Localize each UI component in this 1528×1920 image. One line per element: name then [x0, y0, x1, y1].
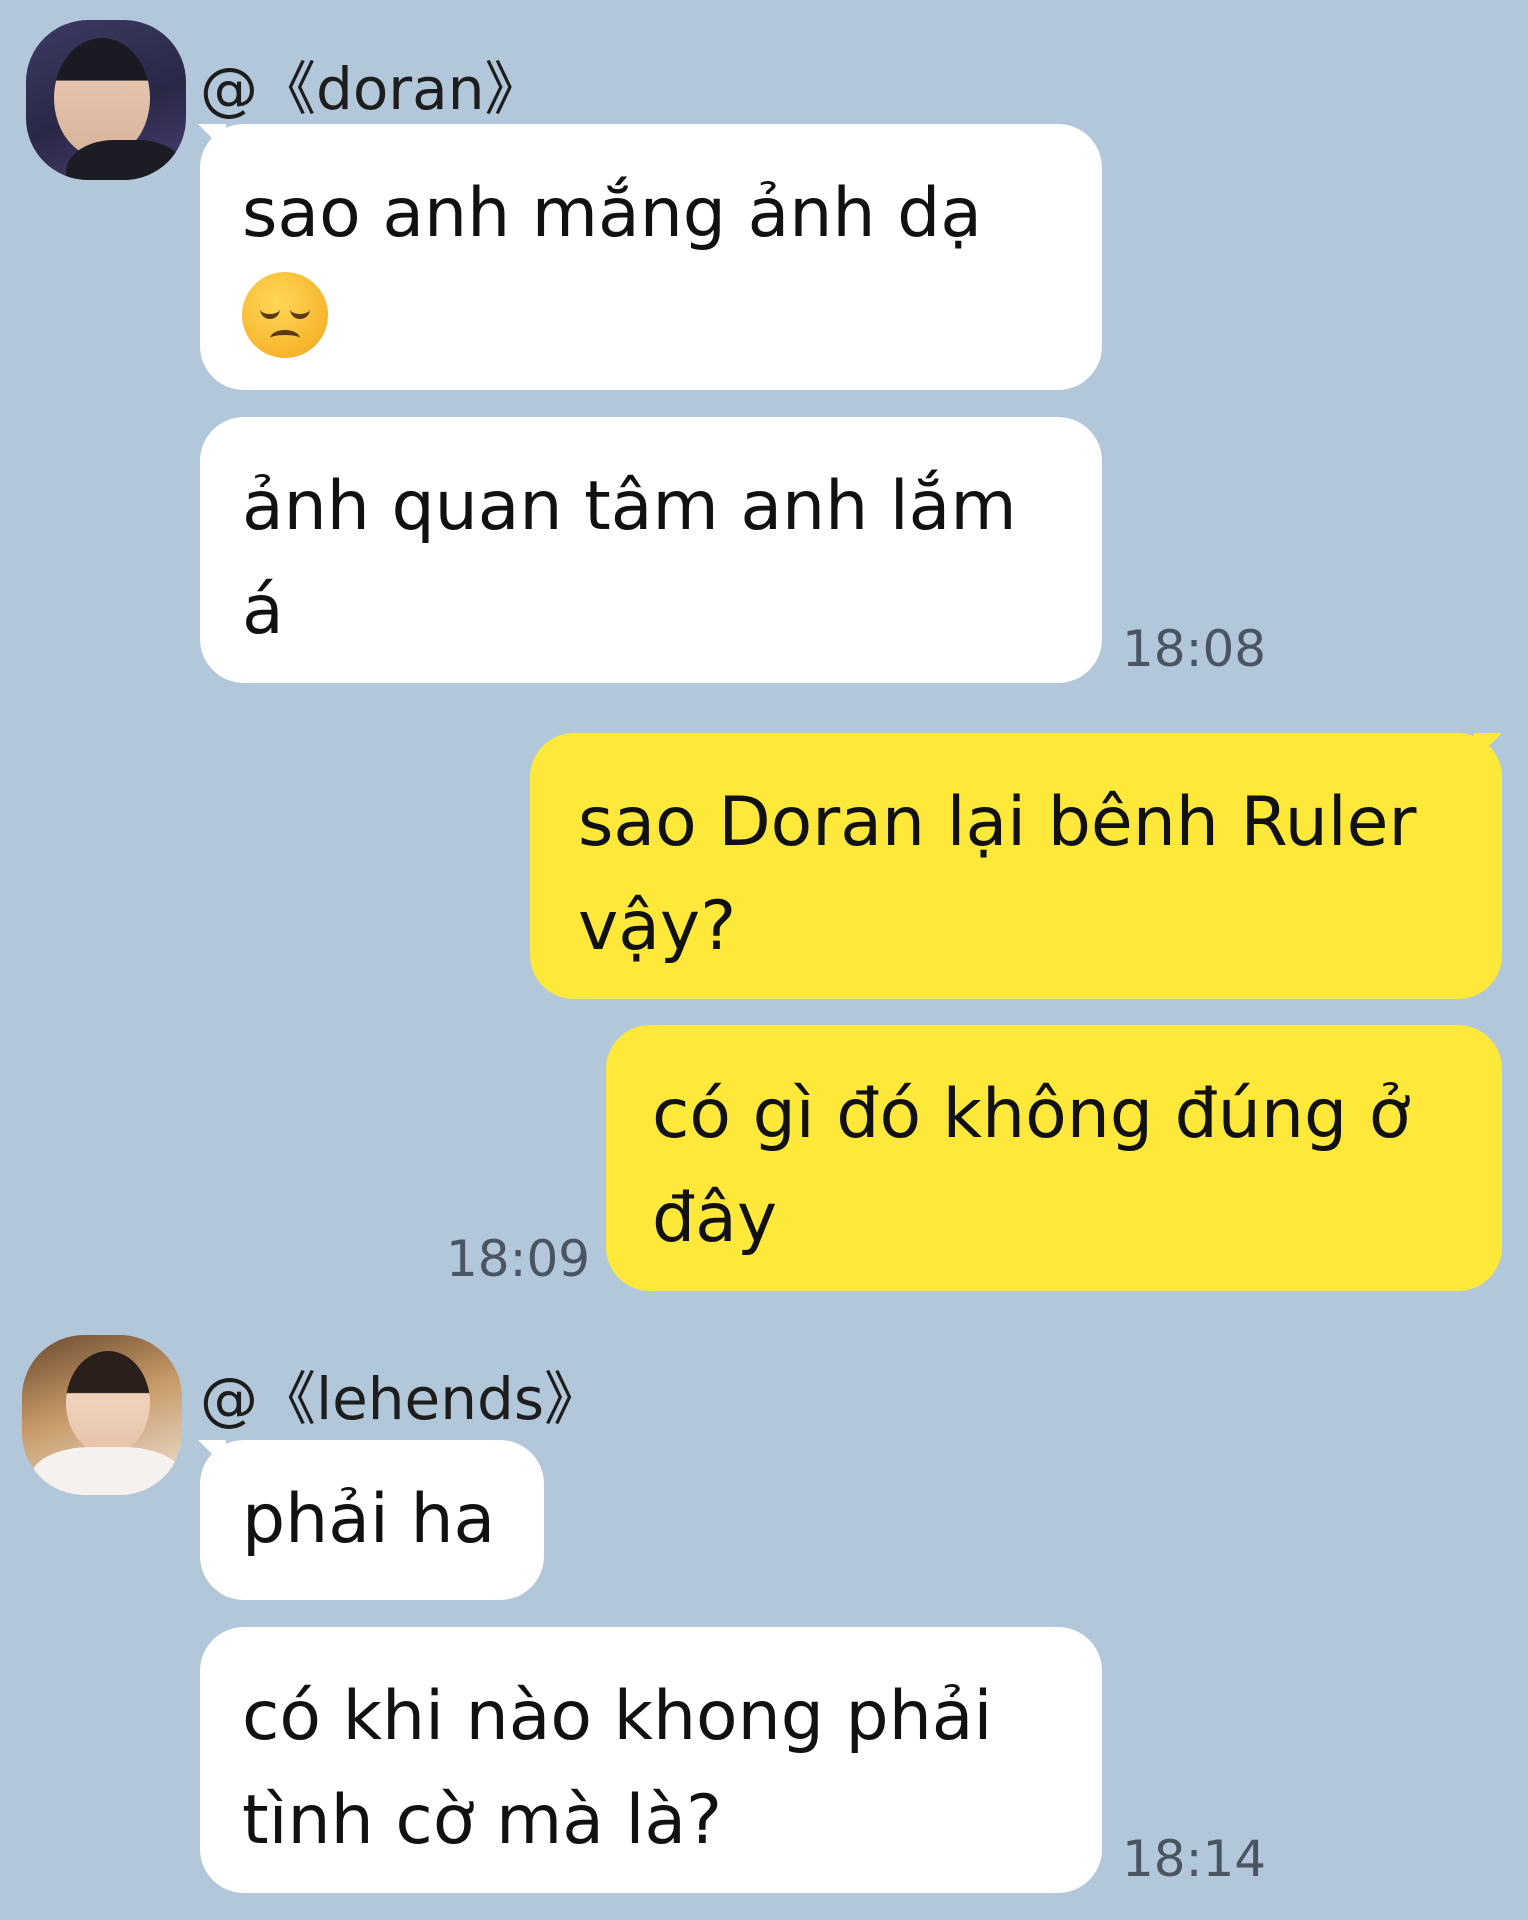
message-bubble[interactable]: sao anh mắng ảnh dạ: [200, 124, 1102, 390]
message-text: phải ha: [242, 1480, 496, 1559]
sender-name-doran: @《doran》: [200, 55, 543, 123]
message-bubble[interactable]: phải ha: [200, 1440, 544, 1600]
message-bubble[interactable]: có gì đó không đúng ở đây: [606, 1025, 1502, 1291]
suit-shape: [66, 140, 186, 180]
sender-name-lehends: @《lehends》: [200, 1365, 603, 1433]
message-text: ảnh quan tâm anh lắm: [242, 467, 1017, 546]
message-timestamp: 18:14: [1122, 1830, 1267, 1888]
message-bubble[interactable]: ảnh quan tâm anh lắm á: [200, 417, 1102, 683]
message-text: đây: [652, 1179, 778, 1258]
profile-photo-icon: [66, 1351, 150, 1455]
message-bubble[interactable]: sao Doran lại bênh Ruler vậy?: [530, 733, 1502, 999]
message-text: sao anh mắng ảnh dạ: [242, 174, 982, 253]
message-timestamp: 18:09: [446, 1230, 591, 1288]
message-text: có khi nào khong phải: [242, 1677, 993, 1756]
message-text: có gì đó không đúng ở: [652, 1075, 1411, 1154]
message-text: á: [242, 571, 284, 650]
message-bubble[interactable]: có khi nào khong phải tình cờ mà là?: [200, 1627, 1102, 1893]
sender-avatar-doran[interactable]: [26, 20, 186, 180]
message-timestamp: 18:08: [1122, 620, 1267, 678]
disappointed-face-icon: [242, 272, 328, 358]
message-text: vậy?: [578, 887, 737, 966]
sender-avatar-lehends[interactable]: [22, 1335, 182, 1495]
message-text: tình cờ mà là?: [242, 1781, 723, 1860]
shirt-shape: [32, 1447, 182, 1495]
message-text: sao Doran lại bênh Ruler: [578, 783, 1417, 862]
